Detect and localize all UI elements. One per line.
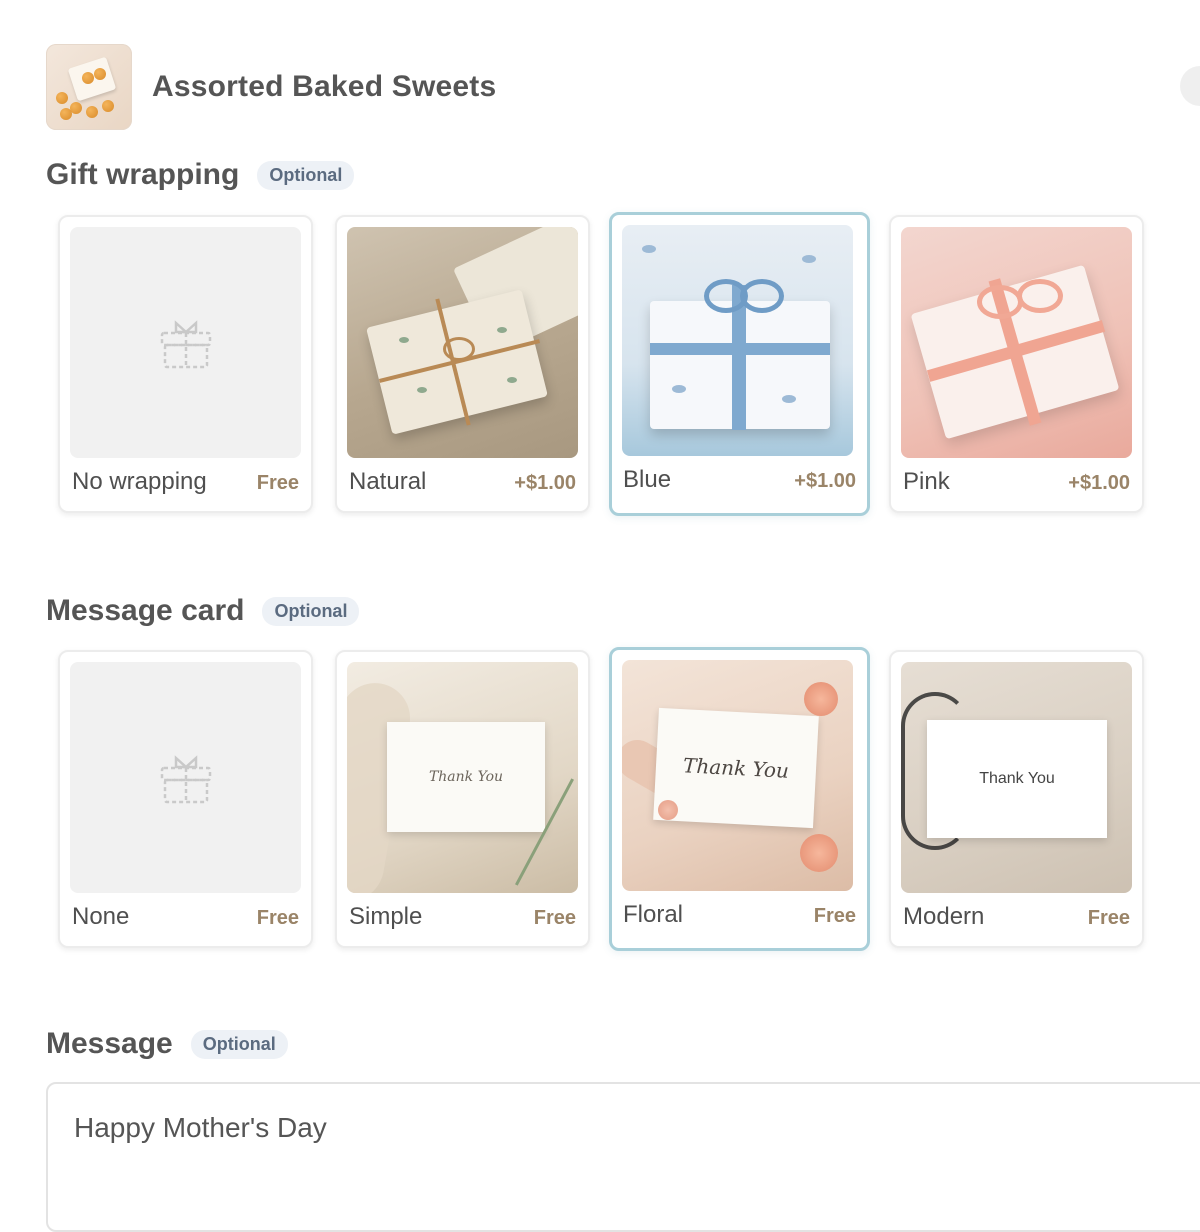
option-price: Free — [533, 907, 576, 929]
message-card-options: None Free Thank You Simple Free Thank Yo… — [58, 647, 1144, 951]
card-paper: Thank You — [653, 707, 819, 829]
option-label: Natural — [349, 468, 427, 495]
card-text: Thank You — [979, 770, 1055, 787]
gift-icon — [160, 320, 212, 369]
section-title: Message card — [46, 594, 245, 627]
card-option-floral[interactable]: Thank You Floral Free — [609, 647, 870, 951]
gift-wrapping-options: No wrapping Free Natural +$1.00 Blue +$1… — [58, 212, 1144, 516]
option-price: Free — [256, 907, 299, 929]
section-title: Gift wrapping — [46, 158, 240, 191]
wrap-option-natural[interactable]: Natural +$1.00 — [335, 215, 590, 513]
message-textarea[interactable]: Happy Mother's Day — [46, 1082, 1200, 1232]
option-price: +$1.00 — [1068, 472, 1130, 494]
product-name: Assorted Baked Sweets — [152, 70, 497, 103]
option-price: +$1.00 — [514, 472, 576, 494]
optional-badge: Optional — [262, 596, 360, 626]
modern-card-image: Thank You — [901, 662, 1132, 893]
simple-card-image: Thank You — [347, 662, 578, 893]
option-price: Free — [813, 905, 856, 927]
option-price: +$1.00 — [794, 470, 856, 492]
option-label: Floral — [623, 901, 684, 928]
floral-card-image: Thank You — [622, 660, 853, 891]
option-label: No wrapping — [72, 468, 207, 495]
section-title: Message — [46, 1027, 173, 1060]
message-header: Message Optional — [46, 1027, 288, 1061]
message-card-header: Message card Optional — [46, 594, 360, 628]
card-text: Thank You — [682, 753, 790, 783]
option-price: Free — [256, 472, 299, 494]
option-price: Free — [1087, 907, 1130, 929]
pink-wrap-image — [901, 227, 1132, 458]
card-paper: Thank You — [927, 720, 1107, 838]
gift-wrapping-header: Gift wrapping Optional — [46, 158, 355, 192]
card-option-simple[interactable]: Thank You Simple Free — [335, 650, 590, 948]
blue-wrap-image — [622, 225, 853, 456]
card-text: Thank You — [428, 769, 504, 785]
natural-wrap-image — [347, 227, 578, 458]
optional-badge: Optional — [190, 1029, 288, 1059]
gift-icon — [160, 755, 212, 804]
card-paper: Thank You — [387, 722, 545, 832]
card-option-none[interactable]: None Free — [58, 650, 313, 948]
option-label: Modern — [903, 903, 985, 930]
option-label: Pink — [903, 468, 950, 495]
product-thumbnail — [46, 44, 132, 130]
option-label: Blue — [623, 466, 672, 493]
card-option-modern[interactable]: Thank You Modern Free — [889, 650, 1144, 948]
wrap-option-pink[interactable]: Pink +$1.00 — [889, 215, 1144, 513]
optional-badge: Optional — [257, 160, 355, 190]
close-button[interactable] — [1180, 66, 1200, 106]
wrap-option-blue[interactable]: Blue +$1.00 — [609, 212, 870, 516]
wrap-option-none[interactable]: No wrapping Free — [58, 215, 313, 513]
option-label: None — [72, 903, 130, 930]
placeholder-image — [70, 662, 301, 893]
product-header: Assorted Baked Sweets — [46, 44, 496, 130]
option-label: Simple — [349, 903, 423, 930]
placeholder-image — [70, 227, 301, 458]
